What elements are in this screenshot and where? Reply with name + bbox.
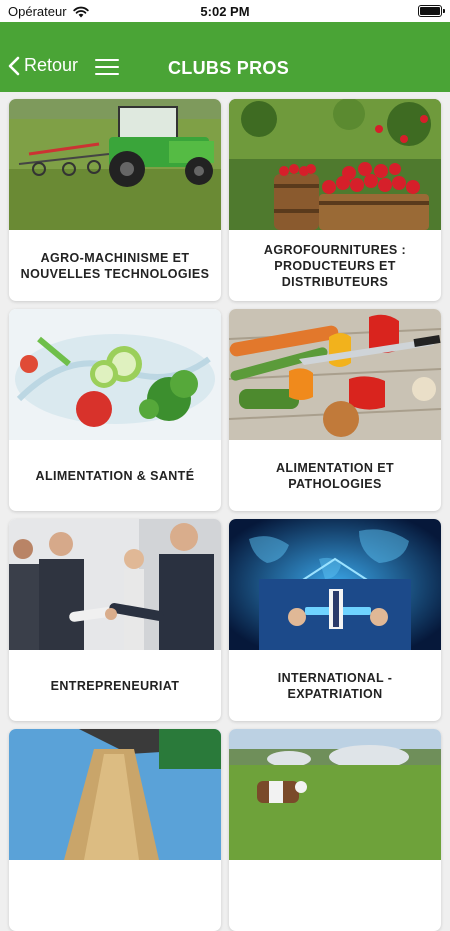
navigation-bar: Retour CLUBS PROS — [0, 22, 450, 92]
cow-biogas-image — [229, 729, 441, 860]
apples-image — [229, 99, 441, 230]
club-card-biogas[interactable] — [229, 729, 441, 931]
battery-icon — [418, 5, 445, 17]
club-card-grain[interactable] — [9, 729, 221, 931]
world-tablet-image — [229, 519, 441, 650]
club-card-international[interactable]: INTERNATIONAL - EXPATRIATION — [229, 519, 441, 721]
tractor-image — [9, 99, 221, 230]
menu-icon[interactable] — [95, 59, 119, 77]
vegetables-knife-image — [229, 309, 441, 440]
club-label — [229, 860, 441, 931]
club-label — [9, 860, 221, 931]
club-label: ALIMENTATION & SANTÉ — [35, 468, 195, 483]
club-label: AGROFOURNITURES : PRODUCTEURS ET DISTRIB… — [263, 242, 407, 289]
back-button[interactable]: Retour — [8, 55, 78, 76]
club-label: ALIMENTATION ET PATHOLOGIES — [275, 460, 395, 491]
club-card-alimentation-pathologies[interactable]: ALIMENTATION ET PATHOLOGIES — [229, 309, 441, 511]
club-card-alimentation-sante[interactable]: ALIMENTATION & SANTÉ — [9, 309, 221, 511]
back-label: Retour — [24, 55, 79, 75]
club-label: INTERNATIONAL - EXPATRIATION — [277, 670, 393, 701]
grain-harvest-image — [9, 729, 221, 860]
status-time: 5:02 PM — [200, 4, 250, 19]
status-bar: Opérateur 5:02 PM — [0, 0, 450, 22]
chevron-left-icon — [8, 56, 20, 75]
handshake-image — [9, 519, 221, 650]
club-card-entrepreneuriat[interactable]: ENTREPRENEURIAT — [9, 519, 221, 721]
page-title: CLUBS PROS — [168, 58, 290, 78]
club-card-agrofournitures[interactable]: AGROFOURNITURES : PRODUCTEURS ET DISTRIB… — [229, 99, 441, 301]
vegetables-splash-image — [9, 309, 221, 440]
club-card-agro-machinisme[interactable]: AGRO-MACHINISME ET NOUVELLES TECHNOLOGIE… — [9, 99, 221, 301]
club-label: AGRO-MACHINISME ET NOUVELLES TECHNOLOGIE… — [20, 250, 210, 281]
club-label: ENTREPRENEURIAT — [50, 678, 180, 693]
